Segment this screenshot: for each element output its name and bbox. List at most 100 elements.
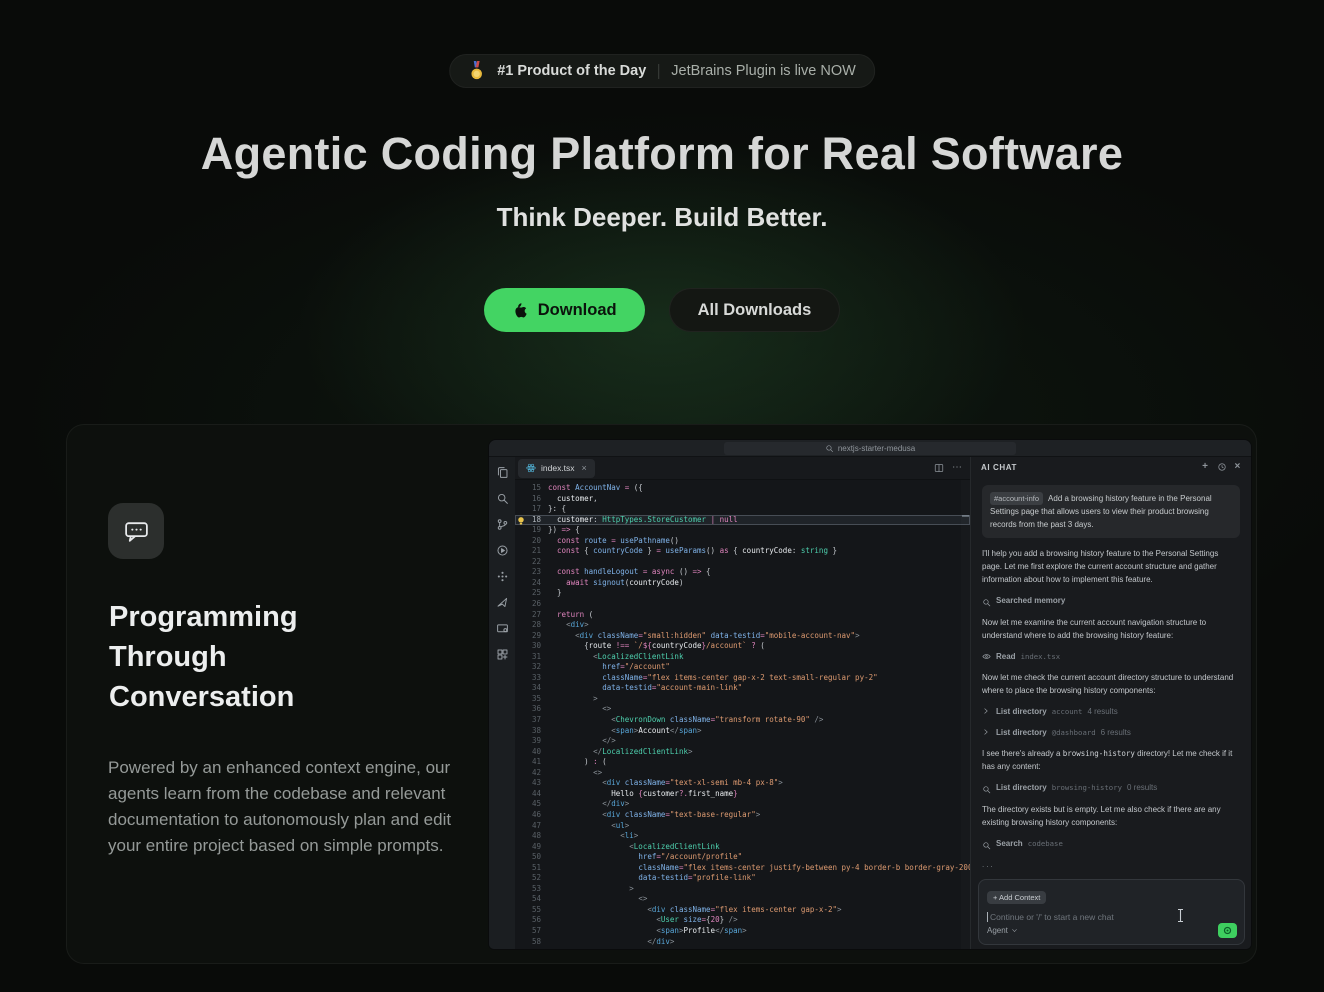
split-editor-icon[interactable] bbox=[934, 463, 944, 473]
code-line[interactable]: 25 } bbox=[515, 588, 970, 599]
landing-page: #1 Product of the Day JetBrains Plugin i… bbox=[0, 0, 1324, 992]
code-line[interactable]: 49 <LocalizedClientLink bbox=[515, 842, 970, 853]
code-line[interactable]: 43 <div className="text-xl-semi mb-4 px-… bbox=[515, 778, 970, 789]
tool-call-row[interactable]: List directoryaccount4 results bbox=[982, 706, 1240, 718]
code-line[interactable]: 24 await signout(countryCode) bbox=[515, 578, 970, 589]
medal-icon bbox=[468, 61, 485, 81]
code-line[interactable]: 33 className="flex items-center gap-x-2 … bbox=[515, 673, 970, 684]
ide-body: index.tsx × ⋯ 15const AccountNav = ({16 … bbox=[489, 457, 1251, 949]
line-number: 26 bbox=[515, 599, 548, 610]
line-number: 28 bbox=[515, 620, 548, 631]
code-line-text: <> bbox=[548, 704, 611, 715]
code-line[interactable]: 41 ) : ( bbox=[515, 757, 970, 768]
code-line[interactable]: 22 bbox=[515, 557, 970, 568]
code-line[interactable]: 23 const handleLogout = async () => { bbox=[515, 567, 970, 578]
close-chat-icon[interactable]: × bbox=[1235, 462, 1241, 472]
tab-index-tsx[interactable]: index.tsx × bbox=[518, 459, 595, 478]
add-context-button[interactable]: + Add Context bbox=[987, 891, 1046, 904]
code-line-text: </LocalizedClientLink> bbox=[548, 747, 693, 758]
code-line[interactable]: 38 <span>Account</span> bbox=[515, 726, 970, 737]
code-line-text: data-testid="account-main-link" bbox=[548, 683, 742, 694]
chat-input-field[interactable]: Continue or '/' to start a new chat bbox=[987, 912, 1236, 922]
code-line[interactable]: 27 return ( bbox=[515, 610, 970, 621]
code-line[interactable]: 15const AccountNav = ({ bbox=[515, 483, 970, 494]
tool-call-row[interactable]: Readindex.tsx bbox=[982, 651, 1240, 663]
new-chat-icon[interactable]: + bbox=[1202, 462, 1208, 472]
code-line[interactable]: 18 customer: HttpTypes.StoreCustomer | n… bbox=[515, 515, 970, 526]
code-line[interactable]: 44 Hello {customer?.first_name} bbox=[515, 789, 970, 800]
code-line-text: customer: HttpTypes.StoreCustomer | null bbox=[548, 515, 738, 526]
code-line[interactable]: 54 <> bbox=[515, 894, 970, 905]
git-branch-icon[interactable] bbox=[496, 518, 509, 531]
deploy-icon[interactable] bbox=[496, 596, 509, 609]
screen-icon[interactable] bbox=[496, 622, 509, 635]
code-line[interactable]: 40 </LocalizedClientLink> bbox=[515, 747, 970, 758]
code-line[interactable]: 45 </div> bbox=[515, 799, 970, 810]
code-line-text: }: { bbox=[548, 504, 566, 515]
code-line[interactable]: 51 className="flex items-center justify-… bbox=[515, 863, 970, 874]
history-icon[interactable] bbox=[1217, 462, 1227, 472]
code-line[interactable]: 19}) => { bbox=[515, 525, 970, 536]
code-line[interactable]: 37 <ChevronDown className="transform rot… bbox=[515, 715, 970, 726]
code-line[interactable]: 36 <> bbox=[515, 704, 970, 715]
code-line[interactable]: 32 href="/account" bbox=[515, 662, 970, 673]
code-line-text: <ul> bbox=[548, 821, 629, 832]
copy-icon[interactable] bbox=[496, 466, 509, 479]
code-editor[interactable]: 15const AccountNav = ({16 customer,17}: … bbox=[515, 480, 970, 949]
run-icon[interactable] bbox=[496, 544, 509, 557]
ide-window-search[interactable]: nextjs-starter-medusa bbox=[724, 442, 1016, 455]
tool-call-row[interactable]: List directory@dashboard6 results bbox=[982, 727, 1240, 739]
chat-input-box[interactable]: + Add Context Continue or '/' to start a… bbox=[978, 879, 1245, 945]
code-line[interactable]: 58 </div> bbox=[515, 937, 970, 948]
tool-call-row[interactable]: Searchcodebase bbox=[982, 838, 1240, 850]
tool-call-row[interactable]: List directorybrowsing-history0 results bbox=[982, 782, 1240, 794]
activity-bar bbox=[489, 457, 515, 949]
code-line[interactable]: 21 const { countryCode } = useParams() a… bbox=[515, 546, 970, 557]
search-icon bbox=[982, 839, 991, 848]
download-button[interactable]: Download bbox=[484, 288, 645, 332]
code-line[interactable]: 47 <ul> bbox=[515, 821, 970, 832]
code-line[interactable]: 42 <> bbox=[515, 768, 970, 779]
dots-icon[interactable] bbox=[496, 570, 509, 583]
code-line[interactable]: 46 <div className="text-base-regular"> bbox=[515, 810, 970, 821]
code-line[interactable]: 28 <div> bbox=[515, 620, 970, 631]
announcement-plugin-link[interactable]: JetBrains Plugin is live NOW bbox=[671, 63, 856, 79]
code-line[interactable]: 17}: { bbox=[515, 504, 970, 515]
code-line[interactable]: 56 <User size={20} /> bbox=[515, 915, 970, 926]
code-line[interactable]: 55 <div className="flex items-center gap… bbox=[515, 905, 970, 916]
search-icon bbox=[825, 444, 834, 453]
code-line[interactable]: 31 <LocalizedClientLink bbox=[515, 652, 970, 663]
code-line[interactable]: 39 </> bbox=[515, 736, 970, 747]
mode-selector[interactable]: Agent bbox=[987, 926, 1018, 935]
code-line[interactable]: 26 bbox=[515, 599, 970, 610]
code-line[interactable]: 16 customer, bbox=[515, 494, 970, 505]
code-line[interactable]: 50 href="/account/profile" bbox=[515, 852, 970, 863]
code-line[interactable]: 29 <div className="small:hidden" data-te… bbox=[515, 631, 970, 642]
line-number: 17 bbox=[515, 504, 548, 515]
code-line[interactable]: 48 <li> bbox=[515, 831, 970, 842]
line-number: 23 bbox=[515, 567, 548, 578]
code-line[interactable]: 35 > bbox=[515, 694, 970, 705]
chat-bubble-icon bbox=[123, 518, 150, 545]
lightbulb-icon[interactable] bbox=[517, 516, 525, 524]
code-line-text: const handleLogout = async () => { bbox=[548, 567, 711, 578]
code-line[interactable]: 30 {route !== `/${countryCode}/account` … bbox=[515, 641, 970, 652]
code-line[interactable]: 52 data-testid="profile-link" bbox=[515, 873, 970, 884]
tool-call-row[interactable]: Searched memory bbox=[982, 595, 1240, 607]
code-line-text: await signout(countryCode) bbox=[548, 578, 683, 589]
code-line[interactable]: 20 const route = usePathname() bbox=[515, 536, 970, 547]
tab-close-icon[interactable]: × bbox=[582, 463, 587, 473]
search-icon[interactable] bbox=[496, 492, 509, 505]
code-line-text: customer, bbox=[548, 494, 598, 505]
all-downloads-button[interactable]: All Downloads bbox=[669, 288, 841, 332]
code-line[interactable]: 57 <span>Profile</span> bbox=[515, 926, 970, 937]
more-actions-icon[interactable]: ⋯ bbox=[952, 464, 963, 472]
code-line-text: href="/account" bbox=[548, 662, 670, 673]
blocks-icon[interactable] bbox=[496, 648, 509, 661]
context-tag[interactable]: #account-info bbox=[990, 492, 1043, 505]
code-line[interactable]: 53 > bbox=[515, 884, 970, 895]
send-button[interactable] bbox=[1218, 923, 1237, 938]
editor-pane: index.tsx × ⋯ 15const AccountNav = ({16 … bbox=[515, 457, 970, 949]
code-line[interactable]: 34 data-testid="account-main-link" bbox=[515, 683, 970, 694]
chat-header-icons: + × bbox=[1202, 462, 1241, 472]
